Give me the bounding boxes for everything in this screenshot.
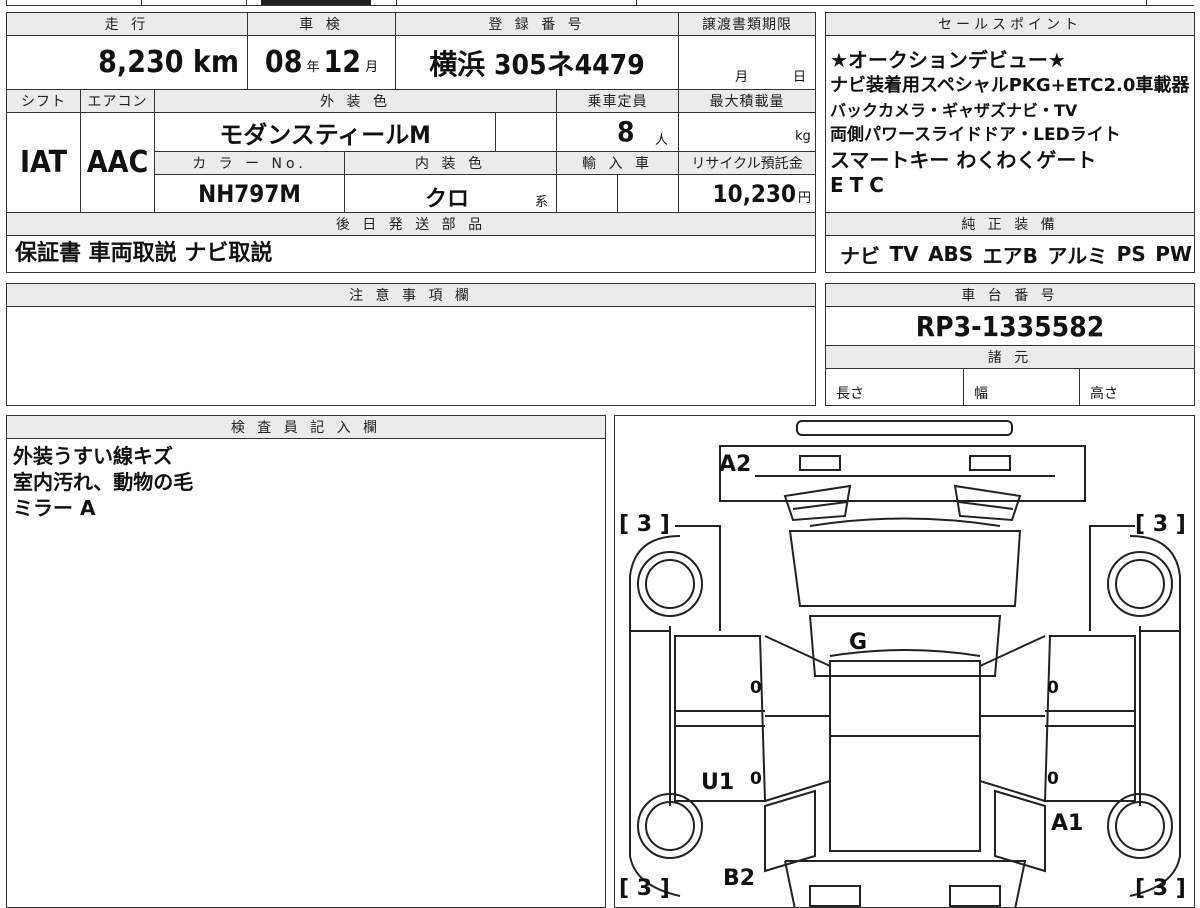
interior-color-value: クロ 系 <box>344 174 557 213</box>
sales-point-line: スマートキー わくわくゲート <box>830 148 1097 172</box>
inspector-remark: 外装うすい線キズ <box>13 444 173 468</box>
recycle-value: 10,230 円 <box>678 174 816 213</box>
capacity-header: 乗車定員 <box>556 89 679 113</box>
chassis-header: 車 台 番 号 <box>825 283 1195 307</box>
sales-points-header: セールスポイント <box>825 12 1195 36</box>
notes-header: 注 意 事 項 欄 <box>6 283 816 307</box>
inspector-body: 外装うすい線キズ 室内汚れ、動物の毛 ミラー A <box>6 438 606 908</box>
inspector-remark: ミラー A <box>13 496 96 520</box>
interior-color-header: 内 装 色 <box>344 151 557 175</box>
damage-mark-b2: B2 <box>723 866 756 891</box>
equipment-item: エアB <box>982 243 1038 268</box>
exterior-color-header: 外 装 色 <box>154 89 557 113</box>
car-damage-diagram: A2 G U1 A1 B2 0 0 0 0 [ 3 ] [ 3 ] [ 3 ] … <box>614 415 1195 908</box>
exterior-color-value: モダンスティールM <box>154 112 496 152</box>
equipment-item: ナビ <box>840 243 880 268</box>
color-no-header: カ ラ ー No. <box>154 151 345 175</box>
damage-mark-a2: A2 <box>719 452 752 477</box>
equipment-item: TV <box>889 242 919 266</box>
sales-point-line: ★オークションデビュー★ <box>830 48 1066 72</box>
inspector-remark: 室内汚れ、動物の毛 <box>13 470 194 494</box>
shift-header: シフト <box>6 89 81 113</box>
registration-value: 横浜 305ネ4479 <box>395 35 679 90</box>
standard-equipment-body: ナビ TV ABS エアB アルミ PS PW <box>825 235 1195 273</box>
equipment-item: アルミ <box>1047 243 1108 268</box>
max-load-header: 最大積載量 <box>678 89 816 113</box>
exterior-color-extra <box>495 112 557 152</box>
door-mark: 0 <box>750 678 762 698</box>
sales-point-line: バックカメラ・ギャザズナビ・TV <box>830 101 1078 120</box>
specs-header: 諸 元 <box>825 345 1195 369</box>
chassis-number: RP3-1335582 <box>825 306 1195 346</box>
sales-point-line: 両側パワースライドドア・LEDライト <box>830 125 1121 145</box>
tire-br: [ 3 ] <box>1135 876 1186 901</box>
shift-value: IAT <box>6 112 81 213</box>
mileage-value: 8,230 km <box>6 35 248 90</box>
recycle-header: リサイクル預託金 <box>678 151 816 175</box>
sales-point-line: ETC <box>830 173 890 197</box>
equipment-item: PS <box>1116 242 1146 266</box>
transfer-value: 月 日 <box>678 35 816 90</box>
top-strip <box>6 0 1194 6</box>
imported-value-a <box>556 174 618 213</box>
spec-length: 長さ <box>825 368 964 406</box>
equipment-item: ABS <box>928 242 974 266</box>
car-outline <box>629 420 1181 907</box>
imported-header: 輸 入 車 <box>556 151 679 175</box>
color-no-value: NH797M <box>154 174 345 213</box>
damage-mark-g: G <box>849 630 868 655</box>
door-mark: 0 <box>750 769 762 789</box>
door-mark: 0 <box>1047 678 1059 698</box>
max-load-value: kg <box>678 112 816 152</box>
notes-body <box>6 306 816 406</box>
damage-mark-a1: A1 <box>1051 811 1084 836</box>
transfer-header: 譲渡書類期限 <box>678 12 816 36</box>
inspector-header: 検 査 員 記 入 欄 <box>6 415 606 439</box>
inspection-value: 08 年 12 月 <box>247 35 396 90</box>
later-parts-header: 後 日 発 送 部 品 <box>6 212 816 236</box>
aircon-header: エアコン <box>80 89 155 113</box>
registration-header: 登 録 番 号 <box>395 12 679 36</box>
inspection-header: 車 検 <box>247 12 396 36</box>
tire-tr: [ 3 ] <box>1135 512 1186 537</box>
sales-point-line: ナビ装着用スペシャルPKG+ETC2.0車載器 <box>830 75 1190 96</box>
mileage-header: 走 行 <box>6 12 248 36</box>
equipment-item: PW <box>1155 242 1192 266</box>
imported-value-b <box>617 174 679 213</box>
tire-tl: [ 3 ] <box>619 512 670 537</box>
aircon-value: AAC <box>80 112 155 213</box>
later-parts-value: 保証書 車両取説 ナビ取説 <box>6 235 816 273</box>
tire-bl: [ 3 ] <box>619 876 670 901</box>
spec-width: 幅 <box>963 368 1080 406</box>
spec-height: 高さ <box>1079 368 1195 406</box>
damage-mark-u1: U1 <box>701 770 735 795</box>
sales-points-body: ★オークションデビュー★ ナビ装着用スペシャルPKG+ETC2.0車載器 バック… <box>825 35 1195 213</box>
standard-equipment-header: 純 正 装 備 <box>825 212 1195 236</box>
door-mark: 0 <box>1047 769 1059 789</box>
capacity-value: 8 人 <box>556 112 679 152</box>
